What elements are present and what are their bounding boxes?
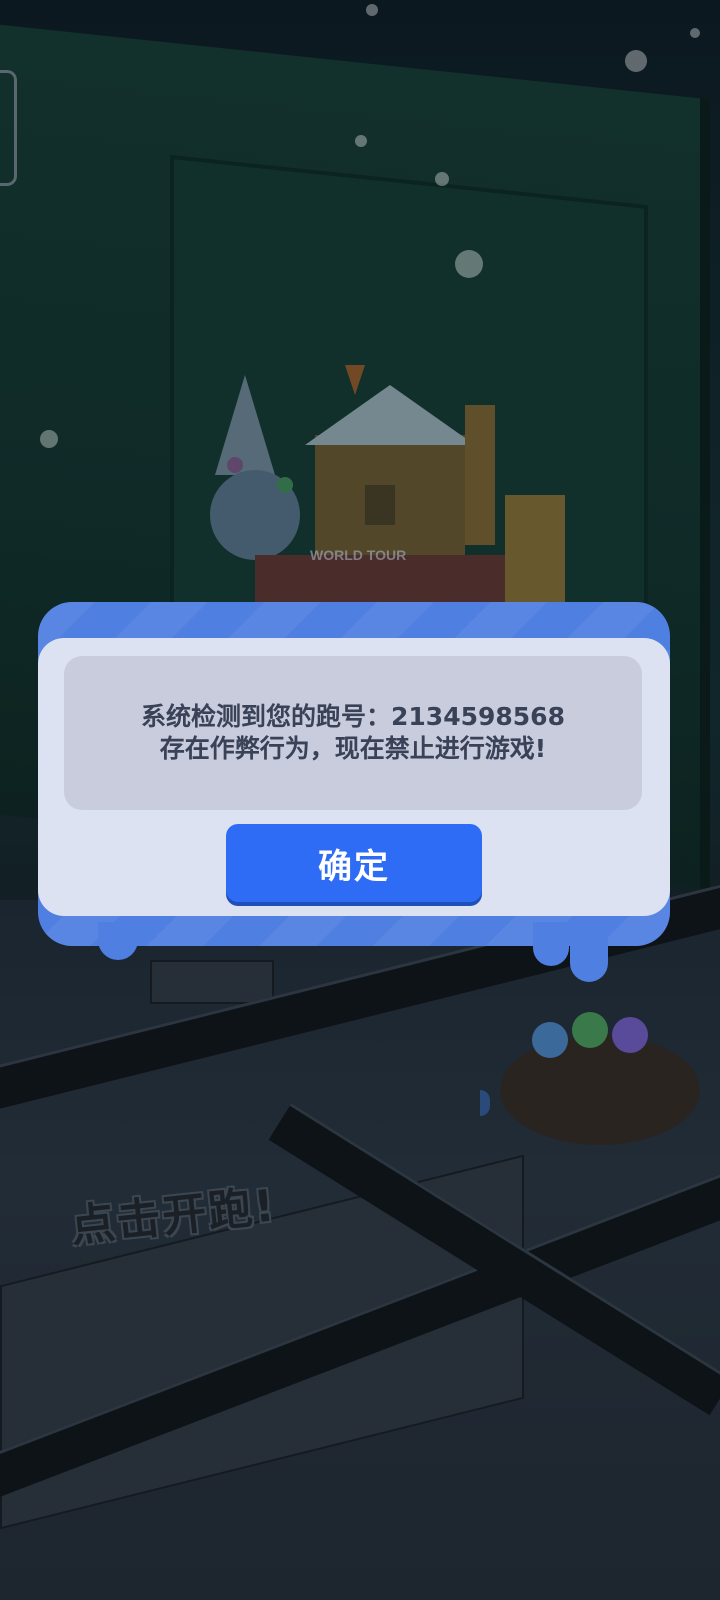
message-line-2: 存在作弊行为，现在禁止进行游戏! [159, 734, 547, 763]
snowflake [366, 4, 378, 16]
cheat-detected-dialog: 系统检测到您的跑号：2134598568 存在作弊行为，现在禁止进行游戏! 确定 [38, 602, 670, 982]
message-box: 系统检测到您的跑号：2134598568 存在作弊行为，现在禁止进行游戏! [64, 656, 642, 810]
logo-text: WORLD TOUR [310, 547, 406, 563]
snowflake [690, 28, 700, 38]
hud-frame [0, 70, 17, 186]
message-line-1: 系统检测到您的跑号：2134598568 [141, 702, 565, 731]
track-sleeper [150, 960, 274, 1004]
snowflake [435, 172, 449, 186]
dialog-drip [570, 922, 608, 982]
snowflake [355, 135, 367, 147]
snowflake [455, 250, 483, 278]
world-tour-logo: WORLD TOUR [210, 365, 565, 615]
spray-can-bag [480, 1012, 700, 1145]
snowflake [625, 50, 647, 72]
dialog-drip [533, 922, 569, 966]
snowflake [40, 430, 58, 448]
confirm-button[interactable]: 确定 [226, 824, 482, 902]
